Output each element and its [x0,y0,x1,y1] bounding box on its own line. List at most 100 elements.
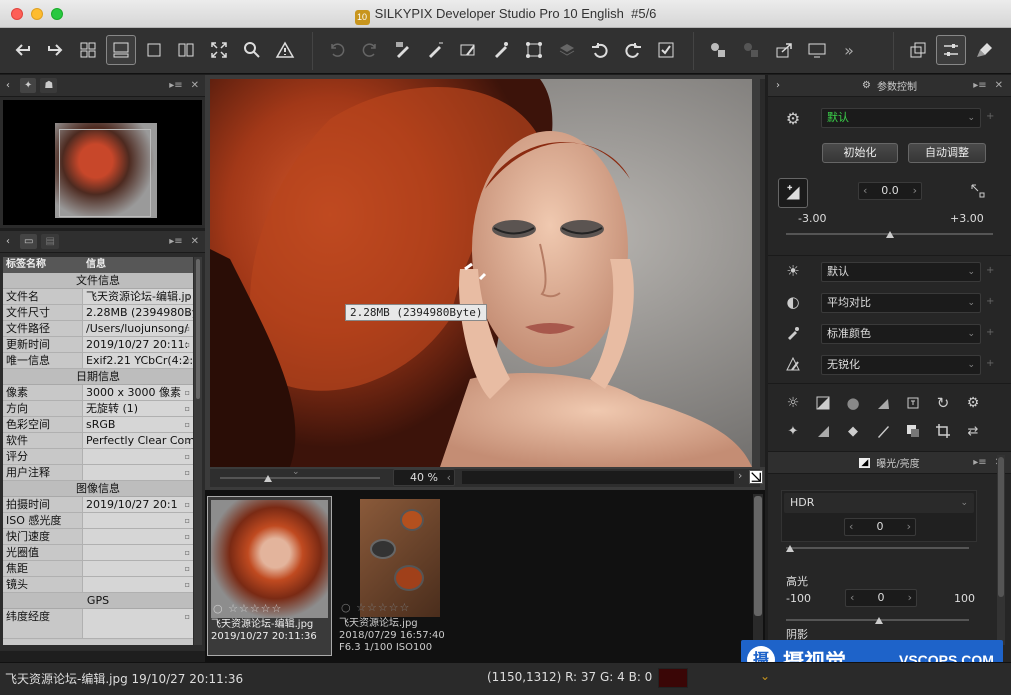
comment-tab-icon[interactable]: ▭ [20,234,38,249]
info-value[interactable]: 无旋转 (1) ▫ [83,401,193,416]
layers-icon[interactable] [552,35,582,65]
batch-icon[interactable] [736,35,766,65]
preview-image[interactable] [210,79,752,467]
hdr-field[interactable]: ‹ 0 › [844,518,916,536]
fit-view-icon[interactable] [749,470,763,484]
edit-dot-icon[interactable]: ▫ [185,545,190,560]
init-button[interactable]: 初始化 [822,143,898,163]
info-value[interactable]: ▫ [83,529,193,544]
rotate-right-icon[interactable] [618,35,648,65]
navigator-viewport-rect[interactable] [59,129,151,217]
exposure-field[interactable]: ‹ 0.0 › [858,182,922,200]
info-value[interactable]: ▫ [83,449,193,464]
edit-dot-icon[interactable]: ▫ [185,353,190,368]
edit-dot-icon[interactable]: ▫ [185,417,190,432]
crop-icon[interactable] [933,421,953,441]
params-scrollbar[interactable] [997,455,1005,645]
spot-tool-icon[interactable] [486,35,516,65]
collapse-icon[interactable]: ‹ [6,80,10,91]
brush-tool-icon[interactable] [388,35,418,65]
filmstrip-scroll-thumb[interactable] [754,496,762,616]
scroll-right-icon[interactable]: › [738,469,742,482]
info-value[interactable]: ▫ [83,561,193,576]
rating-stars[interactable]: ○ ☆☆☆☆☆ [213,602,282,615]
hdr-slider-thumb[interactable] [786,545,794,552]
white-balance-dropdown[interactable]: 默认 ⌄ [821,262,981,282]
rating-stars[interactable]: ○ ☆☆☆☆☆ [341,601,410,614]
panel-menu-icon[interactable]: ▸≡ [169,236,182,247]
info-value[interactable]: ▫ [83,609,193,638]
close-panel-icon[interactable]: ✕ [995,80,1003,91]
edit-dot-icon[interactable]: ▫ [185,497,190,512]
highlight-slider-thumb[interactable] [875,617,883,624]
navigator-view[interactable] [3,100,202,225]
zoom-icon[interactable] [237,35,267,65]
pen-tool-icon[interactable] [420,35,450,65]
cat-tab-icon[interactable]: ☗ [40,78,58,93]
zoom-slider-track[interactable] [220,477,380,479]
zoom-slider-thumb[interactable] [264,475,272,482]
develop-icon[interactable] [703,35,733,65]
edit-dot-icon[interactable]: ▫ [185,513,190,528]
edit-dot-icon[interactable]: ▫ [185,337,190,352]
increment-icon[interactable]: › [907,519,911,535]
fullscreen-icon[interactable] [204,35,234,65]
increment-icon[interactable]: › [913,183,917,199]
panel-menu-icon[interactable]: ▸≡ [169,80,182,91]
info-scrollbar[interactable] [194,257,202,645]
sharpness-icon[interactable] [783,354,803,374]
decrement-icon[interactable]: ‹ [863,183,867,199]
edit-dot-icon[interactable]: ▫ [185,321,190,336]
transfer-icon[interactable]: ⇄ [963,421,983,441]
edit-dot-icon[interactable]: ▫ [185,465,190,480]
close-panel-icon[interactable]: ✕ [191,236,199,247]
gradient-filter-icon[interactable] [873,393,893,413]
monitor-icon[interactable] [802,35,832,65]
color-adjust-icon[interactable] [903,421,923,441]
preview-vscrollbar[interactable] [760,79,765,467]
filmstrip-scrollbar[interactable] [753,494,763,658]
info-value[interactable]: ▫ [83,513,193,528]
adjust-icon[interactable] [936,35,966,65]
eraser-tool-icon[interactable] [453,35,483,65]
info-value[interactable]: 3000 x 3000 像素 ▫ [83,385,193,400]
edit-dot-icon[interactable]: ▫ [185,577,190,592]
auto-adjust-button[interactable]: 自动调整 [908,143,986,163]
export-icon[interactable] [769,35,799,65]
info-value[interactable]: Exif2.21 YCbCr(4:2: ▫ [83,353,193,368]
rotate-left-icon[interactable] [585,35,615,65]
preview-hscrollbar[interactable] [462,471,734,484]
pin-tab-icon[interactable]: ✦ [20,78,37,93]
add-icon[interactable]: + [986,358,994,369]
info-value[interactable]: ▫ [83,465,193,480]
single-view-icon[interactable] [139,35,169,65]
color-dropdown[interactable]: 标准颜色 ⌄ [821,324,981,344]
settings-gears-icon[interactable]: ⚙ [963,393,983,413]
color-dropper-icon[interactable] [783,323,803,343]
info-value[interactable]: 飞天资源论坛-编辑.jp ▫ [83,289,193,304]
filmstrip-item[interactable]: ○ ☆☆☆☆☆ 飞天资源论坛.jpg 2018/07/29 16:57:40 F… [336,496,461,656]
redo-icon[interactable] [355,35,385,65]
info-value[interactable]: /Users/luojunsong/▫ [83,321,193,336]
edit-dot-icon[interactable]: ▫ [185,433,190,448]
add-icon[interactable]: + [986,296,994,307]
contrast-dropdown[interactable]: 平均对比 ⌄ [821,293,981,313]
compare-view-icon[interactable] [171,35,201,65]
info-value[interactable]: ▫ [83,577,193,592]
add-preset-icon[interactable]: + [986,111,994,122]
decrement-icon[interactable]: ‹ [850,590,854,606]
tone-curve-icon[interactable] [813,393,833,413]
grid-view-icon[interactable] [73,35,103,65]
status-chevron-icon[interactable]: ⌄ [760,669,770,683]
edit-dot-icon[interactable]: ▫ [185,401,190,416]
clean-icon[interactable] [970,35,1000,65]
close-panel-icon[interactable]: ✕ [191,80,199,91]
crop-tool-icon[interactable] [519,35,549,65]
edit-dot-icon[interactable]: ▫ [185,305,190,320]
check-icon[interactable] [651,35,681,65]
zoom-step-icon[interactable]: ‹ [447,470,451,485]
increment-icon[interactable]: › [908,590,912,606]
sphere-icon[interactable]: ● [843,393,863,413]
white-balance-icon[interactable]: ☀ [783,261,803,281]
window-icon[interactable] [903,35,933,65]
